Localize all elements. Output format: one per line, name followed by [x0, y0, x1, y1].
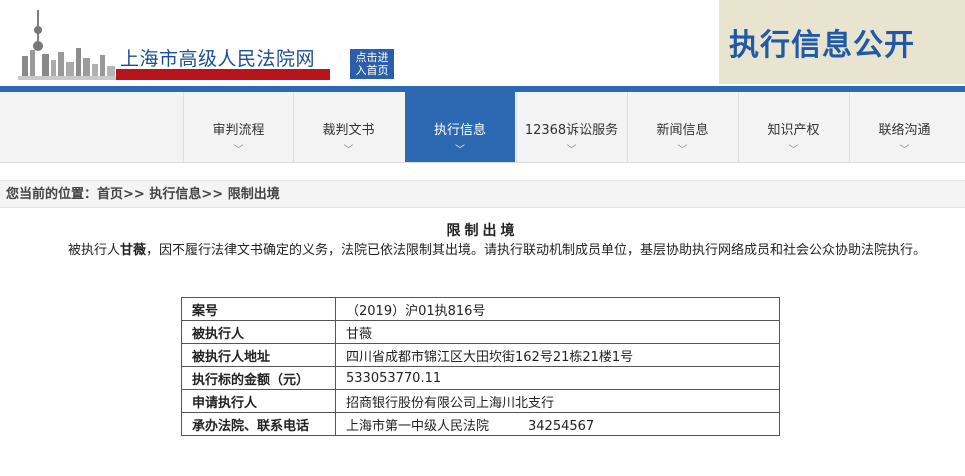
- table-value: 招商银行股份有限公司上海川北支行: [335, 389, 780, 413]
- banner-text: 执行信息公开: [729, 28, 915, 63]
- execution-info-table: 案号 （2019）沪01执816号 被执行人 甘薇 被执行人地址 四川省成都市锦…: [181, 297, 780, 436]
- table-value: （2019）沪01执816号: [335, 297, 780, 321]
- chevron-down-icon: ﹀: [233, 145, 244, 156]
- breadcrumb: 您当前的位置：首页>> 执行信息>> 限制出境: [0, 180, 965, 208]
- breadcrumb-separator: >>: [201, 187, 224, 202]
- para-before: 被执行人: [68, 243, 121, 258]
- table-row: 被执行人 甘薇: [181, 320, 780, 344]
- table-row: 承办法院、联系电话 上海市第一中级人民法院 34254567: [181, 412, 780, 436]
- table-value: 甘薇: [335, 320, 780, 344]
- nav-item-news[interactable]: 新闻信息 ﹀: [627, 92, 737, 162]
- chevron-down-icon: ﹀: [677, 145, 688, 156]
- main-nav: 审判流程 ﹀ 裁判文书 ﹀ 执行信息 ﹀ 12368诉讼服务 ﹀ 新闻信息 ﹀ …: [0, 92, 965, 163]
- chevron-down-icon: ﹀: [343, 145, 354, 156]
- table-value: 上海市第一中级人民法院 34254567: [335, 412, 780, 436]
- breadcrumb-current: 限制出境: [227, 187, 280, 202]
- nav-item-label: 裁判文书: [322, 123, 375, 138]
- banner: 执行信息公开: [719, 0, 965, 84]
- nav-item-label: 新闻信息: [656, 123, 709, 138]
- nav-item-label: 知识产权: [767, 123, 820, 138]
- table-key: 申请执行人: [181, 389, 336, 413]
- table-row: 案号 （2019）沪01执816号: [181, 297, 780, 321]
- nav-item-label: 执行信息: [433, 123, 486, 138]
- site-title: 上海市高级人民法院网: [120, 48, 316, 70]
- table-value: 533053770.11: [335, 366, 780, 390]
- home-button-line1: 点击进: [355, 51, 389, 64]
- para-after: ，因不履行法律文书确定的义务，法院已依法限制其出境。请执行联动机制成员单位，基层…: [146, 243, 927, 258]
- table-row: 执行标的金额（元） 533053770.11: [181, 366, 780, 390]
- table-key: 被执行人地址: [181, 343, 336, 367]
- table-row: 被执行人地址 四川省成都市锦江区大田坎街162号21栋21楼1号: [181, 343, 780, 367]
- table-value: 四川省成都市锦江区大田坎街162号21栋21楼1号: [335, 343, 780, 367]
- nav-item-trial-process[interactable]: 审判流程 ﹀: [183, 92, 293, 162]
- chevron-down-icon: ﹀: [788, 145, 799, 156]
- chevron-down-icon: ﹀: [566, 145, 577, 156]
- notice-paragraph: 被执行人甘薇，因不履行法律文书确定的义务，法院已依法限制其出境。请执行联动机制成…: [14, 241, 954, 261]
- nav-item-execution-info[interactable]: 执行信息 ﹀: [405, 92, 515, 162]
- shanghai-skyline-logo: [18, 10, 118, 80]
- table-key: 执行标的金额（元）: [181, 366, 336, 390]
- nav-item-label: 12368诉讼服务: [524, 123, 619, 138]
- home-button-line2: 入首页: [355, 64, 389, 77]
- para-name: 甘薇: [120, 243, 147, 258]
- nav-item-contact[interactable]: 联络沟通 ﹀: [849, 92, 959, 162]
- nav-item-label: 审判流程: [212, 123, 265, 138]
- breadcrumb-separator: >>: [123, 187, 145, 202]
- nav-item-judgments[interactable]: 裁判文书 ﹀: [293, 92, 403, 162]
- breadcrumb-home-link[interactable]: 首页: [97, 187, 123, 202]
- table-key: 案号: [181, 297, 336, 321]
- title-red-bar: [116, 69, 330, 80]
- table-row: 申请执行人 招商银行股份有限公司上海川北支行: [181, 389, 780, 413]
- site-header: 上海市高级人民法院网 点击进 入首页 执行信息公开: [0, 0, 965, 86]
- nav-item-12368-service[interactable]: 12368诉讼服务 ﹀: [516, 92, 626, 162]
- table-key: 承办法院、联系电话: [181, 412, 336, 436]
- breadcrumb-prefix: 您当前的位置：: [6, 187, 98, 202]
- nav-item-label: 联络沟通: [878, 123, 931, 138]
- chevron-down-icon: ﹀: [899, 145, 910, 156]
- table-key: 被执行人: [181, 320, 336, 344]
- chevron-down-icon: ﹀: [455, 145, 465, 156]
- breadcrumb-section-link[interactable]: 执行信息: [149, 187, 201, 202]
- home-button[interactable]: 点击进 入首页: [350, 49, 394, 79]
- document-title: 限制出境: [446, 223, 519, 239]
- nav-item-ip[interactable]: 知识产权 ﹀: [738, 92, 848, 162]
